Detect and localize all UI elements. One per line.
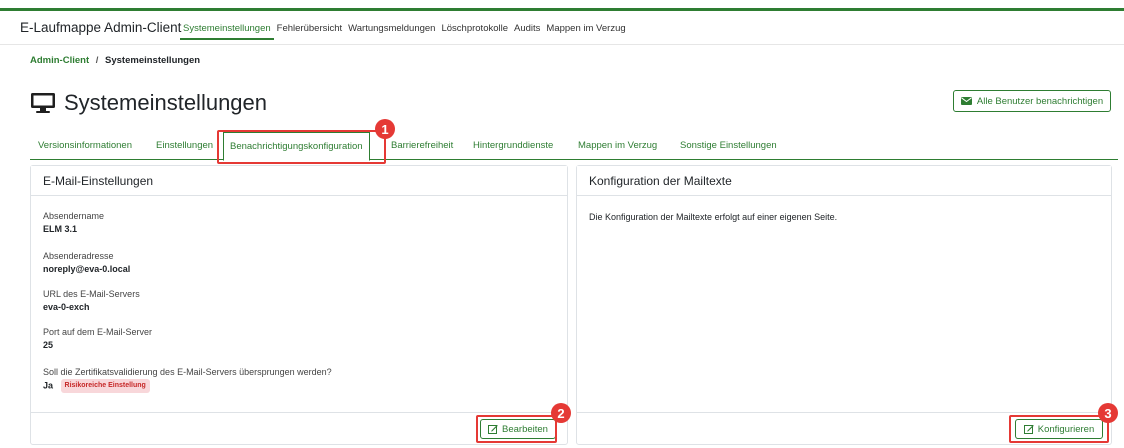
monitor-icon <box>31 93 55 113</box>
field-label: Port auf dem E-Mail-Server <box>43 327 153 337</box>
notify-button-label: Alle Benutzer benachrichtigen <box>976 95 1104 107</box>
risk-badge: Risikoreiche Einstellung <box>60 379 150 393</box>
email-settings-card: E-Mail-Einstellungen Absendername ELM 3.… <box>30 165 568 445</box>
email-settings-header: E-Mail-Einstellungen <box>31 166 567 196</box>
field-mailserver-url: URL des E-Mail-Servers eva-0-exch <box>43 288 140 313</box>
highlight-edit-button <box>476 415 557 443</box>
field-label: Absenderadresse <box>43 251 114 261</box>
mailtext-config-card: Konfiguration der Mailtexte Die Konfigur… <box>576 165 1112 445</box>
field-label: Soll die Zertifikatsvalidierung des E-Ma… <box>43 367 332 377</box>
navbar: E-Laufmappe Admin-Client Systemeinstellu… <box>0 11 1124 45</box>
mailtext-info-text: Die Konfiguration der Mailtexte erfolgt … <box>589 212 838 222</box>
mailtext-config-header: Konfiguration der Mailtexte <box>577 166 1111 196</box>
marker-2: 2 <box>551 403 571 423</box>
app-brand[interactable]: E-Laufmappe Admin-Client <box>20 20 181 35</box>
breadcrumb-root-link[interactable]: Admin-Client <box>30 55 89 66</box>
tab-barrierefreiheit[interactable]: Barrierefreiheit <box>391 130 453 160</box>
tab-einstellungen[interactable]: Einstellungen <box>156 130 213 160</box>
tab-versionsinformationen[interactable]: Versionsinformationen <box>38 130 132 160</box>
marker-1: 1 <box>375 119 395 139</box>
marker-3: 3 <box>1098 403 1118 423</box>
tab-sonstige-einstellungen[interactable]: Sonstige Einstellungen <box>680 130 777 160</box>
field-value: 25 <box>43 340 54 350</box>
field-absenderadresse: Absenderadresse noreply@eva-0.local <box>43 250 130 275</box>
highlight-tab-benachrichtigung <box>217 130 386 164</box>
field-label: URL des E-Mail-Servers <box>43 289 140 299</box>
breadcrumb: Admin-Client / Systemeinstellungen <box>30 55 200 66</box>
nav-item-audits[interactable]: Audits <box>511 22 543 40</box>
page-title: Systemeinstellungen <box>30 90 267 116</box>
field-value: noreply@eva-0.local <box>43 264 131 274</box>
field-label: Absendername <box>43 211 105 221</box>
page-title-text: Systemeinstellungen <box>64 90 268 115</box>
nav-item-systemeinstellungen[interactable]: Systemeinstellungen <box>180 22 274 40</box>
field-value: Ja <box>43 380 54 391</box>
nav-links: Systemeinstellungen Fehlerübersicht Wart… <box>180 22 629 40</box>
field-absendername: Absendername ELM 3.1 <box>43 210 104 235</box>
notify-all-users-button[interactable]: Alle Benutzer benachrichtigen <box>953 90 1111 112</box>
envelope-icon <box>960 97 972 105</box>
field-zertifikatsvalidierung: Soll die Zertifikatsvalidierung des E-Ma… <box>43 366 332 393</box>
breadcrumb-current: Systemeinstellungen <box>105 55 201 66</box>
breadcrumb-separator: / <box>95 55 99 66</box>
field-value: ELM 3.1 <box>43 224 78 234</box>
field-value: eva-0-exch <box>43 302 90 312</box>
nav-item-wartungsmeldungen[interactable]: Wartungsmeldungen <box>345 22 438 40</box>
field-mailserver-port: Port auf dem E-Mail-Server 25 <box>43 326 152 351</box>
tab-hintergrunddienste[interactable]: Hintergrunddienste <box>473 130 553 160</box>
highlight-configure-button <box>1009 415 1109 443</box>
field-value-row: Ja Risikoreiche Einstellung <box>43 379 332 393</box>
nav-item-fehleruebersicht[interactable]: Fehlerübersicht <box>274 22 345 40</box>
nav-item-mappen-im-verzug[interactable]: Mappen im Verzug <box>543 22 628 40</box>
tab-mappen-im-verzug[interactable]: Mappen im Verzug <box>578 130 657 160</box>
settings-tabs: Versionsinformationen Einstellungen Bena… <box>30 130 1118 161</box>
nav-item-loeschprotokolle[interactable]: Löschprotokolle <box>438 22 511 40</box>
